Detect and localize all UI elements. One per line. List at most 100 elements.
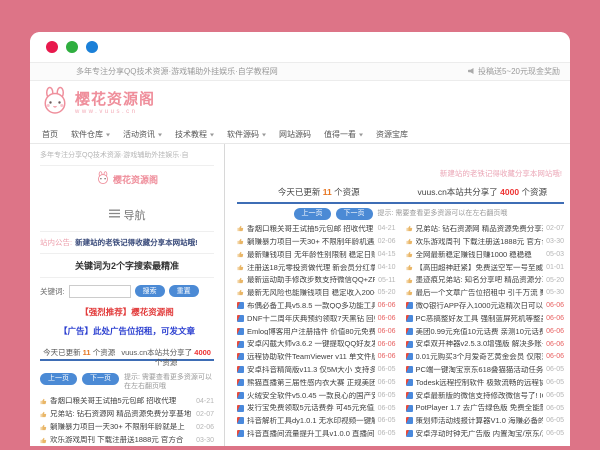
- search-section-title: 关键词为2个字搜索最精准: [40, 253, 214, 278]
- item-title: 欢乐游戏周刊 下载注册送1888元 官方合: [50, 436, 193, 444]
- site-logo[interactable]: 樱花资源阁 www.vuus.cn: [40, 86, 155, 121]
- site-url: www.vuus.cn: [75, 109, 155, 115]
- item-date: 04-10: [378, 264, 396, 271]
- list-item[interactable]: 远程协助软件TeamViewer v11 单文件版 方便 06-06: [237, 350, 396, 363]
- new-icon: [406, 392, 413, 399]
- nav-item[interactable]: 软件仓库: [71, 129, 110, 140]
- new-icon: [406, 417, 413, 424]
- updated-count: 11: [323, 187, 332, 197]
- item-date: 05-20: [378, 289, 396, 296]
- list-item[interactable]: 安卓双开神器v2.5.3.0增强版 解决多账号切换 06-06: [406, 338, 565, 351]
- list-item[interactable]: DNF十二周年庆典预约领取7天黑钻 回归用户 06-06: [237, 312, 396, 325]
- list-item[interactable]: 策划师活动线报计算器V1.0 海赚必备的一款软 06-05: [406, 414, 565, 427]
- prev-page-button[interactable]: 上一页: [40, 373, 77, 385]
- list-item[interactable]: 发行宝免费领取5元话费券 可45元充值三网50 06-05: [237, 402, 396, 415]
- list-item[interactable]: 抖音解析工具dy1.0.1 无水印视频一键解析软件 06-05: [237, 414, 396, 427]
- site-tagline: 多年专注分享QQ技术资源·游戏辅助外挂娱乐·自学教程网: [76, 66, 278, 77]
- total-count: 4000: [194, 348, 211, 357]
- reset-button[interactable]: 重置: [169, 285, 199, 297]
- list-item[interactable]: PotPlayer 1.7 去广告绿色版 免费全能影音播 06-05: [406, 402, 565, 415]
- new-icon: [237, 405, 244, 412]
- item-title: DNF十二周年庆典预约领取7天黑钻 回归用户: [247, 315, 375, 323]
- list-item[interactable]: 火绒安全软件v5.0.45 一款良心的国产安全软件 06-05: [237, 389, 396, 402]
- nav-item[interactable]: 技术教程: [175, 129, 214, 140]
- list-item[interactable]: Todesk远程控制软件 极致流畅的远程协助工具 06-05: [406, 376, 565, 389]
- nav-item[interactable]: 软件源码: [227, 129, 266, 140]
- list-item[interactable]: 安卓闪截大师v3.6.2 一键提取QQ好友发送的闪照 06-06: [237, 338, 396, 351]
- list-item[interactable]: 最新无风险也能赚钱项目 稳定收入200-500元 05-20: [237, 286, 396, 299]
- item-title: PotPlayer 1.7 去广告绿色版 免费全能影音播: [416, 404, 544, 412]
- item-title: 熊猫直播第三届性感内衣大赛 正规美团等小软件: [247, 379, 375, 387]
- item-date: 06-06: [546, 302, 564, 309]
- nav-item[interactable]: 首页: [42, 129, 58, 140]
- window-minimize-button[interactable]: [66, 41, 78, 53]
- search-button[interactable]: 搜索: [135, 285, 165, 297]
- notice-text: 新建站的老铁记得收藏分享本网站哦!: [75, 239, 198, 247]
- list-item[interactable]: 美团0.99元充值10元话费 亲测10元话费秒到 06-06: [406, 325, 565, 338]
- list-item[interactable]: 安卓浮动时钟无广告版 内置淘宝/京东/苏宁/拼 06-05: [406, 427, 565, 440]
- nav-item[interactable]: 活动资讯: [123, 129, 162, 140]
- list-item[interactable]: PC端一键淘宝京东618叠猫猫活动任务工具 06-05: [406, 363, 565, 376]
- list-item[interactable]: 躺赚暴力项目一天30+ 不限制年龄机遇上车 02-06: [237, 235, 396, 248]
- item-date: 04-15: [378, 251, 396, 258]
- thumb-up-icon: [406, 251, 413, 258]
- item-date: 05-20: [546, 277, 564, 284]
- list-item[interactable]: 微Q银行APP存入1000元返精次日可以获得返 06-06: [406, 299, 565, 312]
- item-date: 06-06: [378, 353, 396, 360]
- list-item[interactable]: 熊猫直播第三届性感内衣大赛 正规美团等小软件 06-05: [237, 376, 396, 389]
- list-item[interactable]: 【高田超神赶紧】免费送空军一号至威1970s 01-01: [406, 261, 565, 274]
- list-item[interactable]: 香烟口粮关哥王试抽5元包邮 招收代理 04-21: [40, 395, 214, 408]
- list-item[interactable]: 安卓最新版的微信支持修改微信号了! IOS版 06-05: [406, 389, 565, 402]
- main-panel: 新建站的老铁记得收藏分享本网站哦! 今天已更新 11 个资源 vuus.cn本站…: [225, 144, 570, 446]
- list-item[interactable]: 最新赚钱项目 无年龄性别限制 稳定日赚300+ 04-15: [237, 248, 396, 261]
- new-icon: [406, 430, 413, 437]
- thumb-up-icon: [406, 289, 413, 296]
- nav-item[interactable]: 网站源码: [279, 129, 311, 140]
- item-title: 策划师活动线报计算器V1.0 海赚必备的一款软: [416, 417, 544, 425]
- list-item[interactable]: 全网最新稳定赚钱日赚1000 稳稳稳 05-03: [406, 248, 565, 261]
- list-item[interactable]: 墨迹痕兄弟站: 知名分享吧 精品资源分享基地 05-20: [406, 274, 565, 287]
- list-item[interactable]: 抖音直播间流量提升工具v1.0.0 直播间自动发 06-05: [237, 427, 396, 440]
- new-icon: [406, 405, 413, 412]
- recommend-link[interactable]: 【强烈推荐】樱花资源阁: [40, 300, 214, 320]
- new-icon: [237, 392, 244, 399]
- next-page-button[interactable]: 下一页: [336, 208, 373, 220]
- list-item[interactable]: 布偶必备工具v5.8.5 一款QQ多功能工具箱软件 06-06: [237, 299, 396, 312]
- list-item[interactable]: 躺赚暴力项目一天30+ 不限制年龄就是上 02-06: [40, 421, 214, 434]
- list-item[interactable]: PC恶搞整好友工具 强制蓝屏死机等整蛊专家 效 06-06: [406, 312, 565, 325]
- list-item[interactable]: 最后一个文章广告位招租中 引千万流 聚八方 05-30: [406, 286, 565, 299]
- new-icon: [237, 328, 244, 335]
- item-date: 06-05: [546, 366, 564, 373]
- list-item[interactable]: 欢乐游戏周刊 下载注册送1888元 官方合 03-30: [40, 434, 214, 446]
- list-item[interactable]: 欢乐游戏周刊 下载注册送1888元 官方合作 03-30: [406, 235, 565, 248]
- window-maximize-button[interactable]: [86, 41, 98, 53]
- item-title: 最新运动助手修改步数支持微信QQ+ZFB步: [247, 276, 375, 284]
- list-item[interactable]: 最新运动助手修改步数支持微信QQ+ZFB步 05-11: [237, 274, 396, 287]
- item-title: Emlog博客用户注册插件 价值80元免费分享: [247, 328, 375, 336]
- list-item[interactable]: 注册送18元零投资做代理 新会员分红拿1000 04-10: [237, 261, 396, 274]
- list-item[interactable]: 安卓抖音精简版v11.3 仅5M大小 支持多账号登录 06-05: [237, 363, 396, 376]
- item-title: 全网最新稳定赚钱日赚1000 稳稳稳: [416, 251, 544, 259]
- list-item[interactable]: Emlog博客用户注册插件 价值80元免费分享 06-06: [237, 325, 396, 338]
- submit-reward-link[interactable]: 投稿送5~20元现金奖励: [467, 66, 560, 77]
- prev-page-button[interactable]: 上一页: [294, 208, 331, 220]
- list-item[interactable]: 兄弟站: 钻石资源网 精品资源免费分享基地 02-07: [40, 408, 214, 421]
- ad-slot-link[interactable]: 【广告】此处广告位招租，可发文章: [40, 320, 214, 345]
- item-title: 火绒安全软件v5.0.45 一款良心的国产安全软件: [247, 392, 375, 400]
- search-input[interactable]: [69, 285, 131, 298]
- sidebar-nav-toggle[interactable]: 导航: [40, 199, 214, 232]
- list-item[interactable]: 兄弟站: 钻石资源网 精品资源免费分享基地 02-07: [406, 223, 565, 236]
- sidebar-tagline: 多年专注分享QQ技术资源·游戏辅助外挂娱乐·自: [40, 152, 214, 166]
- list-item[interactable]: 0.01元购买3个月爱奇艺黄金会员 仅限京东白 06-06: [406, 350, 565, 363]
- next-page-button[interactable]: 下一页: [82, 373, 119, 385]
- bunny-icon: [40, 86, 70, 121]
- nav-item[interactable]: 资源宝库: [376, 129, 408, 140]
- page-background: 多年专注分享QQ技术资源·游戏辅助外挂娱乐·自学教程网 投稿送5~20元现金奖励…: [0, 0, 600, 450]
- list-item[interactable]: 香烟口粮关哥王试抽5元包邮 招收代理 04-21: [237, 223, 396, 236]
- new-icon: [237, 341, 244, 348]
- thumb-up-icon: [406, 225, 413, 232]
- item-title: 0.01元购买3个月爱奇艺黄金会员 仅限京东白: [416, 353, 544, 361]
- window-close-button[interactable]: [46, 41, 58, 53]
- nav-item[interactable]: 值得一看: [324, 129, 363, 140]
- sidebar-logo[interactable]: 樱花资源阁: [40, 166, 214, 199]
